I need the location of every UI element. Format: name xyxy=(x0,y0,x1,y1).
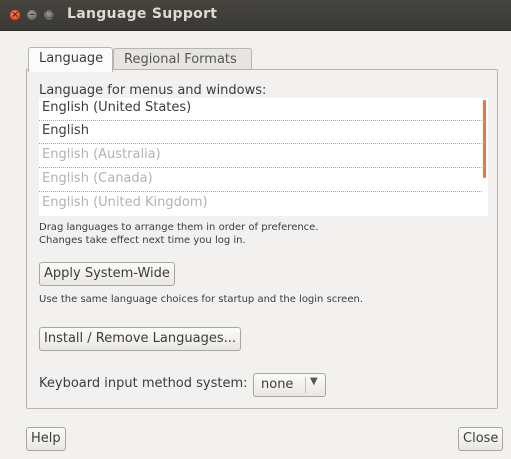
maximize-window-button[interactable]: □ xyxy=(43,9,55,21)
minimize-window-button[interactable]: – xyxy=(26,9,38,21)
chevron-down-icon: ▼ xyxy=(310,376,318,387)
install-remove-languages-button[interactable]: Install / Remove Languages... xyxy=(39,327,241,351)
combo-separator xyxy=(305,377,306,393)
language-list[interactable]: English (United States) English English … xyxy=(39,98,488,216)
close-button[interactable]: Close xyxy=(458,427,504,451)
drag-hint: Drag languages to arrange them in order … xyxy=(39,222,319,233)
list-item[interactable]: English xyxy=(39,121,482,144)
maximize-icon: □ xyxy=(44,10,54,20)
apply-hint: Use the same language choices for startu… xyxy=(39,294,363,305)
close-window-button[interactable]: × xyxy=(9,9,21,21)
keyboard-input-label: Keyboard input method system: xyxy=(39,376,248,391)
keyboard-input-select[interactable]: none ▼ xyxy=(253,373,326,397)
log-in-hint: Changes take effect next time you log in… xyxy=(39,235,246,246)
list-item[interactable]: English (Canada) xyxy=(39,169,482,192)
list-item[interactable]: English (Australia) xyxy=(39,145,482,168)
tab-regional-formats[interactable]: Regional Formats xyxy=(113,48,252,69)
minimize-icon: – xyxy=(29,10,35,20)
list-item[interactable]: English (United States) xyxy=(39,98,482,121)
title-bar: × – □ Language Support xyxy=(0,0,511,31)
language-list-heading: Language for menus and windows: xyxy=(39,83,267,98)
list-item[interactable]: English (United Kingdom) xyxy=(39,193,482,216)
apply-system-wide-button[interactable]: Apply System-Wide xyxy=(39,262,175,286)
list-scrollbar[interactable] xyxy=(483,100,486,178)
tab-language[interactable]: Language xyxy=(28,47,113,72)
close-icon: × xyxy=(11,10,19,20)
window-title: Language Support xyxy=(67,6,218,22)
keyboard-input-value: none xyxy=(261,377,294,392)
help-button[interactable]: Help xyxy=(26,427,66,451)
